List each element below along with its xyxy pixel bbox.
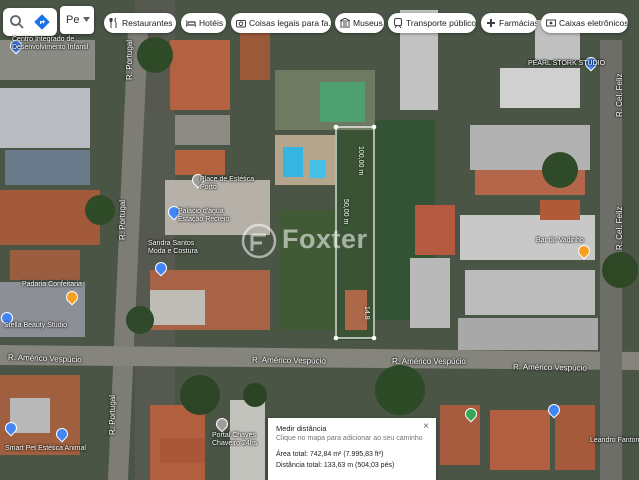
chip-electronics[interactable]: Caixas eletrônicos — [541, 13, 628, 33]
pharmacy-icon — [487, 19, 495, 27]
length-measure: 100,00 m — [357, 146, 364, 176]
directions-icon[interactable] — [34, 14, 50, 30]
train-icon — [394, 18, 402, 28]
chip-things-to-do[interactable]: Coisas legais para fa... — [231, 13, 331, 33]
street-label: R. Portugal — [108, 394, 117, 435]
panel-title: Medir distância — [276, 424, 327, 433]
place-label[interactable]: Palácio d'água Estação Recreio — [178, 208, 229, 224]
chip-label: Caixas eletrônicos — [559, 18, 628, 28]
chip-pharmacies[interactable]: Farmácias — [481, 13, 537, 33]
measure-distance-panel: Medir distância × Clique no mapa para ad… — [268, 418, 436, 480]
travel-mode-dropdown[interactable]: Pe — [60, 6, 94, 34]
chip-label: Hotéis — [199, 18, 224, 28]
place-label[interactable]: Leandro Fantoni Spa — [590, 437, 639, 445]
chip-label: Transporte público — [406, 18, 476, 28]
chip-hotels[interactable]: Hotéis — [181, 13, 226, 33]
watermark-text: Foxter — [282, 224, 368, 254]
camera-icon — [236, 20, 246, 28]
atm-icon — [546, 19, 556, 27]
foxter-logo-icon — [241, 223, 277, 259]
travel-mode-label: Pe — [66, 14, 80, 26]
place-label[interactable]: Padaria Confeitaria — [22, 281, 82, 289]
street-label: R. Portugal — [118, 199, 127, 240]
hotel-icon — [186, 20, 196, 27]
street-label: R. Portugal — [125, 39, 134, 80]
place-label[interactable]: Sandra Santos Moda e Costura — [148, 240, 198, 256]
street-label: R. Américo Vespúcio — [251, 355, 326, 366]
close-icon[interactable]: × — [423, 421, 429, 432]
search-icon[interactable] — [9, 14, 25, 30]
total-distance: Distância total: 133,63 m (504,03 pés) — [276, 462, 395, 469]
place-label[interactable]: Portal Chaves Chaveiro 24hs — [212, 432, 257, 448]
bottom-measure: 14,8 — [363, 306, 370, 320]
street-label: R. Américo Vespúcio — [392, 357, 466, 366]
panel-subtitle: Clique no mapa para adicionar ao seu cam… — [276, 435, 423, 442]
place-label[interactable]: Centro Integrado de Desenvolvimento Infa… — [12, 36, 88, 52]
street-label: R. Américo Vespúcio — [512, 362, 587, 373]
chip-label: Museus — [353, 18, 383, 28]
foxter-watermark: Foxter — [240, 221, 410, 261]
museum-icon — [340, 18, 350, 28]
place-label[interactable]: Bar do Vadinho — [536, 237, 584, 245]
chip-restaurants[interactable]: Restaurantes — [104, 13, 176, 33]
chip-museums[interactable]: Museus — [335, 13, 384, 33]
street-label: R. Cel. Feliz — [615, 206, 624, 250]
search-controls — [3, 8, 57, 36]
chip-label: Coisas legais para fa... — [249, 18, 331, 28]
chip-label: Restaurantes — [122, 18, 173, 28]
chip-label: Farmácias — [499, 18, 537, 28]
place-label[interactable]: PEARL STORK STUDIO — [528, 60, 605, 68]
chip-transit[interactable]: Transporte público — [388, 13, 476, 33]
street-label: R. Cel. Feliz — [615, 73, 624, 117]
chevron-down-icon — [83, 17, 90, 22]
restaurant-icon — [109, 18, 117, 28]
total-area: Área total: 742,84 m² (7.995,83 ft²) — [276, 451, 384, 458]
place-label[interactable]: Stella Beauty Studio — [4, 322, 67, 330]
place-label[interactable]: Smart Pet Estética Animal — [5, 445, 86, 453]
place-label[interactable]: Place de Estética Porto — [200, 176, 254, 192]
